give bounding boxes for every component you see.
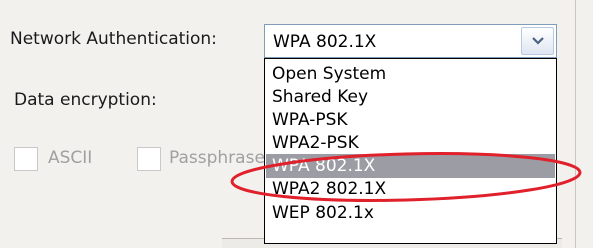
option-open-system[interactable]: Open System (266, 62, 555, 86)
dropdown-toggle-button[interactable] (521, 27, 554, 55)
ascii-checkbox-label: ASCII (48, 148, 93, 168)
ascii-checkbox[interactable] (14, 147, 38, 171)
network-authentication-label: Network Authentication: (10, 29, 217, 49)
passphrase-checkbox[interactable] (137, 147, 161, 171)
data-encryption-label: Data encryption: (14, 90, 157, 110)
network-authentication-options-list: Open System Shared Key WPA-PSK WPA2-PSK … (264, 58, 557, 244)
passphrase-checkbox-label: Passphrase (169, 148, 265, 168)
option-wep-8021x[interactable]: WEP 802.1x (266, 201, 555, 225)
network-authentication-value: WPA 802.1X (273, 32, 377, 52)
option-wpa2-psk[interactable]: WPA2-PSK (266, 131, 555, 155)
network-authentication-select[interactable]: WPA 802.1X (264, 24, 557, 58)
option-shared-key[interactable]: Shared Key (266, 85, 555, 109)
option-wpa-8021x[interactable]: WPA 802.1X (266, 154, 555, 178)
option-wpa2-8021x[interactable]: WPA2 802.1X (266, 177, 555, 201)
option-wpa-psk[interactable]: WPA-PSK (266, 108, 555, 132)
network-settings-panel: Network Authentication: Data encryption:… (0, 0, 593, 248)
panel-divider (575, 0, 576, 248)
chevron-down-icon (532, 37, 544, 45)
